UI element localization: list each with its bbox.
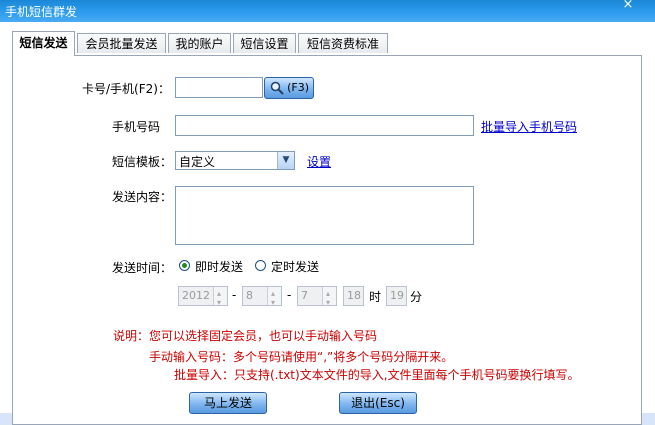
search-icon <box>270 81 284 95</box>
card-label: 卡号/手机(F2)： <box>82 82 170 96</box>
note-line-1: 说明：您可以选择固定会员，也可以手动输入号码 <box>113 329 378 343</box>
hour-field: 18 <box>343 286 364 306</box>
note-line-3: 批量导入：只支持(.txt)文本文件的导入,文件里面每个手机号码要换行填写。 <box>174 368 580 382</box>
radio-scheduled-label: 定时发送 <box>271 260 320 274</box>
send-now-button[interactable]: 马上发送 <box>189 392 267 414</box>
phone-input[interactable] <box>175 115 474 136</box>
tab-sms-send[interactable]: 短信发送 <box>12 31 75 56</box>
template-value: 自定义 <box>179 155 216 169</box>
content-label: 发送内容： <box>112 190 173 204</box>
template-select[interactable]: 自定义 ▼ <box>175 151 295 170</box>
minute-unit: 分 <box>410 290 423 304</box>
minute-field: 19 <box>386 286 407 306</box>
batch-import-link[interactable]: 批量导入手机号码 <box>481 118 577 135</box>
sms-window: 手机短信群发 × 短信发送 会员批量发送 我的账户 短信设置 短信资费标准 卡号… <box>0 0 655 425</box>
tab-member-batch-send[interactable]: 会员批量发送 <box>77 33 166 53</box>
phone-label: 手机号码 <box>112 120 161 134</box>
tab-sms-pricing[interactable]: 短信资费标准 <box>298 33 388 53</box>
exit-button[interactable]: 退出(Esc) <box>339 392 417 414</box>
template-label: 短信模板： <box>112 155 173 169</box>
tab-sms-settings[interactable]: 短信设置 <box>233 33 296 53</box>
tab-my-account[interactable]: 我的账户 <box>168 33 231 53</box>
search-button-label: (F3) <box>287 81 309 94</box>
hour-unit: 时 <box>369 290 382 304</box>
note-line-2: 手动输入号码：多个号码请使用“,”将多个号码分隔开来。 <box>149 350 454 364</box>
date-dash-1: - <box>232 288 237 302</box>
radio-send-now-label: 即时发送 <box>195 260 244 274</box>
day-spin-buttons <box>322 285 336 312</box>
time-label: 发送时间： <box>112 261 173 275</box>
title-bar: 手机短信群发 × <box>0 0 655 22</box>
year-spin-buttons <box>213 285 227 312</box>
radio-send-now[interactable] <box>179 260 190 271</box>
close-icon[interactable]: × <box>618 0 638 13</box>
search-card-button[interactable]: (F3) <box>264 77 314 99</box>
radio-scheduled-send[interactable] <box>255 260 266 271</box>
month-spin-buttons <box>267 285 281 312</box>
day-spinner: 7 <box>297 285 337 312</box>
content-textarea[interactable] <box>175 186 474 245</box>
window-title: 手机短信群发 <box>5 5 78 19</box>
month-spinner: 8 <box>242 285 282 312</box>
card-input[interactable] <box>175 77 263 98</box>
template-settings-link[interactable]: 设置 <box>307 153 331 170</box>
date-dash-2: - <box>287 288 292 302</box>
chevron-down-icon[interactable]: ▼ <box>277 152 294 169</box>
year-spinner: 2012 <box>178 285 228 312</box>
